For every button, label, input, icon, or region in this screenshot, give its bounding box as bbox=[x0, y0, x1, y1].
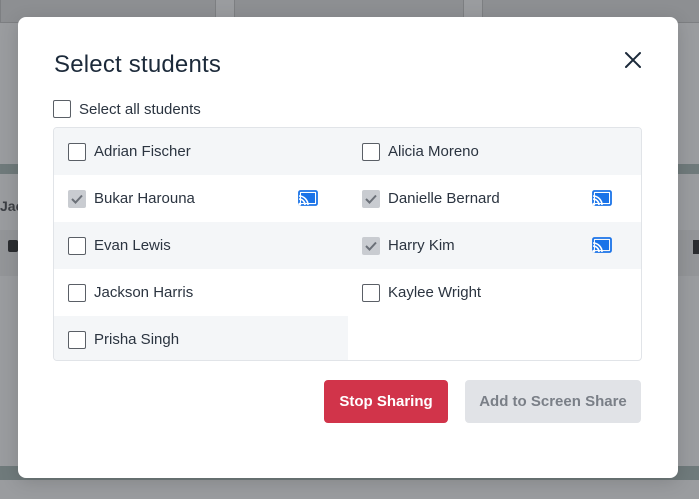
student-checkbox[interactable] bbox=[362, 189, 380, 208]
screen-share-status bbox=[298, 190, 318, 206]
student-row: Adrian Fischer Alicia Moreno bbox=[54, 128, 641, 175]
student-item[interactable]: Adrian Fischer bbox=[68, 128, 340, 175]
cast-icon bbox=[592, 237, 612, 253]
cast-icon bbox=[592, 190, 612, 206]
screen-share-status bbox=[592, 190, 612, 206]
student-item[interactable]: Alicia Moreno bbox=[362, 128, 634, 175]
student-checkbox[interactable] bbox=[362, 236, 380, 255]
student-name: Prisha Singh bbox=[94, 331, 180, 348]
background-icon bbox=[693, 240, 699, 254]
student-name: Bukar Harouna bbox=[94, 190, 195, 207]
student-checkbox[interactable] bbox=[68, 236, 86, 255]
student-checkbox[interactable] bbox=[362, 142, 380, 161]
select-all-checkbox[interactable] bbox=[53, 100, 71, 118]
screen-share-status bbox=[592, 237, 612, 253]
add-to-screen-share-button[interactable]: Add to Screen Share bbox=[465, 380, 641, 423]
dialog-title: Select students bbox=[54, 51, 222, 78]
close-button[interactable] bbox=[621, 48, 645, 72]
check-icon bbox=[365, 194, 377, 204]
student-item[interactable]: Harry Kim bbox=[362, 222, 634, 269]
background-icon bbox=[8, 240, 18, 252]
check-icon bbox=[71, 194, 83, 204]
student-list: Adrian Fischer Alicia Moreno Bukar Harouna… bbox=[53, 127, 642, 361]
student-checkbox[interactable] bbox=[68, 330, 86, 349]
student-checkbox[interactable] bbox=[362, 283, 380, 302]
student-row: Evan Lewis Harry Kim bbox=[54, 222, 641, 269]
student-name: Adrian Fischer bbox=[94, 143, 191, 160]
student-checkbox[interactable] bbox=[68, 142, 86, 161]
student-name: Danielle Bernard bbox=[388, 190, 500, 207]
student-name: Evan Lewis bbox=[94, 237, 171, 254]
student-checkbox[interactable] bbox=[68, 189, 86, 208]
check-icon bbox=[365, 241, 377, 251]
student-row: Jackson Harris Kaylee Wright bbox=[54, 269, 641, 316]
student-name: Jackson Harris bbox=[94, 284, 194, 301]
student-name: Alicia Moreno bbox=[388, 143, 479, 160]
student-name: Harry Kim bbox=[388, 237, 455, 254]
student-item[interactable]: Prisha Singh bbox=[68, 316, 340, 360]
select-students-dialog: Select students Select all students Adri… bbox=[18, 17, 678, 478]
student-name: Kaylee Wright bbox=[388, 284, 482, 301]
stop-sharing-button[interactable]: Stop Sharing bbox=[324, 380, 448, 423]
student-item[interactable]: Kaylee Wright bbox=[362, 269, 634, 316]
close-icon bbox=[625, 52, 641, 68]
select-all-control[interactable]: Select all students bbox=[53, 100, 201, 118]
cast-icon bbox=[298, 190, 318, 206]
student-checkbox[interactable] bbox=[68, 283, 86, 302]
student-item[interactable]: Bukar Harouna bbox=[68, 175, 340, 222]
student-item[interactable]: Evan Lewis bbox=[68, 222, 340, 269]
student-item[interactable]: Jackson Harris bbox=[68, 269, 340, 316]
select-all-label: Select all students bbox=[79, 100, 201, 118]
student-item[interactable]: Danielle Bernard bbox=[362, 175, 634, 222]
student-row: Prisha Singh bbox=[54, 316, 348, 360]
student-row: Bukar Harouna Danielle Bernard bbox=[54, 175, 641, 222]
